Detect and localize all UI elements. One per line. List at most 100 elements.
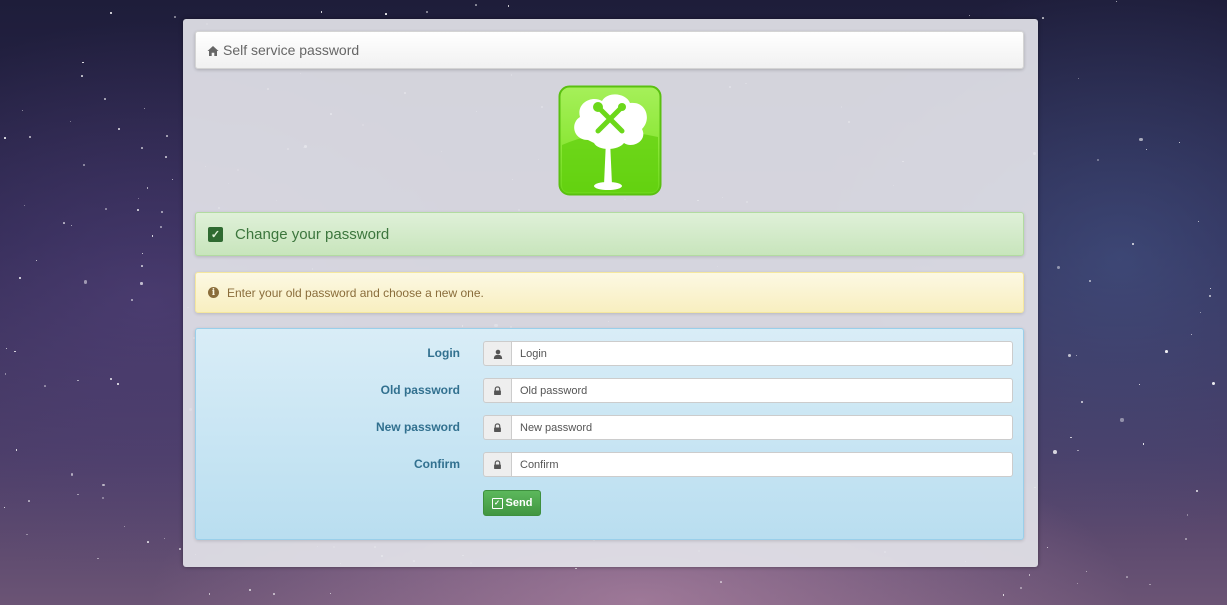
confirm-row: Confirm bbox=[196, 452, 1023, 477]
star bbox=[1149, 583, 1151, 585]
new-password-input-group bbox=[483, 415, 1013, 440]
password-form: Login Old password bbox=[195, 328, 1024, 540]
star bbox=[161, 210, 164, 213]
star bbox=[1179, 141, 1181, 143]
lock-icon bbox=[483, 415, 511, 440]
star bbox=[1186, 514, 1188, 516]
star bbox=[273, 592, 276, 595]
confirm-input[interactable] bbox=[511, 452, 1013, 477]
star bbox=[165, 156, 167, 158]
star bbox=[1131, 242, 1134, 245]
star bbox=[1041, 17, 1044, 20]
star bbox=[1019, 586, 1022, 589]
info-circle-icon: i bbox=[208, 287, 219, 298]
star bbox=[1078, 77, 1080, 79]
star bbox=[174, 15, 177, 18]
star bbox=[137, 209, 139, 211]
star bbox=[1028, 574, 1031, 576]
star bbox=[249, 589, 252, 592]
user-icon bbox=[483, 341, 511, 366]
star bbox=[1075, 354, 1077, 356]
star bbox=[1115, 0, 1118, 2]
star bbox=[475, 4, 477, 6]
star bbox=[1077, 449, 1079, 451]
star bbox=[320, 11, 323, 13]
star bbox=[1211, 382, 1215, 386]
old-password-input-group bbox=[483, 378, 1013, 403]
star bbox=[3, 506, 5, 508]
star bbox=[1209, 295, 1211, 297]
star bbox=[208, 593, 210, 595]
login-input-group bbox=[483, 341, 1013, 366]
star bbox=[1070, 436, 1072, 439]
star bbox=[4, 372, 7, 375]
star bbox=[1002, 594, 1005, 596]
star bbox=[23, 204, 26, 206]
info-alert: i Enter your old password and choose a n… bbox=[195, 272, 1024, 313]
star bbox=[1200, 311, 1202, 313]
lock-icon bbox=[483, 378, 511, 403]
new-password-input[interactable] bbox=[511, 415, 1013, 440]
star bbox=[104, 98, 106, 100]
old-password-input[interactable] bbox=[511, 378, 1013, 403]
star bbox=[1196, 490, 1198, 492]
star bbox=[118, 127, 121, 130]
star bbox=[1190, 334, 1192, 336]
star bbox=[137, 197, 140, 199]
star bbox=[1198, 221, 1200, 223]
star bbox=[81, 75, 83, 77]
star bbox=[131, 298, 134, 301]
lock-icon bbox=[483, 452, 511, 477]
star bbox=[1120, 418, 1124, 422]
star bbox=[140, 282, 143, 285]
star bbox=[141, 146, 143, 149]
star bbox=[63, 222, 66, 224]
star bbox=[19, 276, 22, 279]
app-title[interactable]: Self service password bbox=[223, 42, 359, 58]
star bbox=[575, 567, 577, 570]
star bbox=[28, 500, 30, 502]
star bbox=[1067, 353, 1071, 357]
old-password-row: Old password bbox=[196, 378, 1023, 403]
star bbox=[1088, 280, 1091, 282]
login-input[interactable] bbox=[511, 341, 1013, 366]
star bbox=[70, 473, 74, 476]
main-container: Self service password ✓ Change your pass… bbox=[183, 19, 1038, 567]
success-alert-text: Change your password bbox=[235, 225, 390, 243]
star bbox=[151, 234, 154, 237]
star bbox=[968, 14, 970, 16]
tree-tools-logo bbox=[558, 85, 662, 196]
star bbox=[1209, 287, 1212, 289]
star bbox=[426, 11, 428, 13]
star bbox=[160, 226, 162, 229]
star bbox=[4, 136, 6, 139]
send-button[interactable]: ✓ Send bbox=[483, 490, 541, 516]
confirm-label: Confirm bbox=[414, 457, 460, 471]
star bbox=[102, 483, 105, 486]
star bbox=[1138, 383, 1140, 385]
star bbox=[147, 541, 149, 543]
star bbox=[720, 580, 722, 583]
star bbox=[44, 384, 47, 387]
star bbox=[77, 493, 79, 495]
star bbox=[1080, 400, 1084, 404]
star bbox=[143, 107, 146, 110]
new-password-row: New password bbox=[196, 415, 1023, 440]
info-alert-text: Enter your old password and choose a new… bbox=[227, 285, 484, 300]
star bbox=[507, 5, 510, 7]
star bbox=[163, 537, 166, 540]
star bbox=[70, 120, 72, 123]
home-icon bbox=[207, 44, 219, 56]
star bbox=[101, 497, 104, 500]
star bbox=[1085, 570, 1088, 573]
star bbox=[22, 109, 24, 111]
star bbox=[1046, 547, 1048, 549]
star bbox=[77, 379, 79, 382]
star bbox=[82, 61, 84, 64]
edit-icon: ✓ bbox=[491, 497, 503, 509]
login-row: Login bbox=[196, 341, 1023, 366]
old-password-label: Old password bbox=[380, 383, 460, 397]
star bbox=[1165, 350, 1169, 353]
star bbox=[109, 378, 112, 381]
star bbox=[146, 187, 149, 189]
